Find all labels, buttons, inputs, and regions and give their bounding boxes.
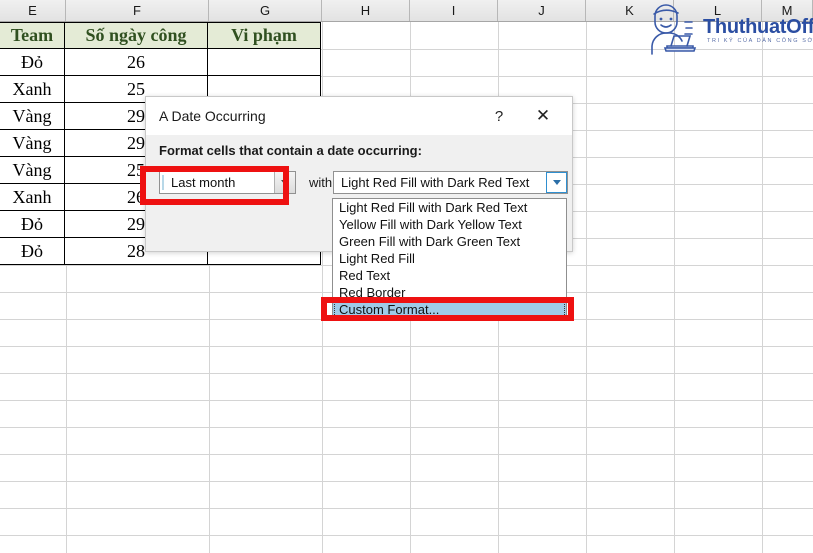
dialog-instruction: Format cells that contain a date occurri… bbox=[159, 143, 422, 158]
table-cell-team[interactable]: Vàng bbox=[0, 103, 65, 130]
table-header-row: Team Số ngày công Vi phạm bbox=[0, 22, 321, 49]
grid-line-horizontal bbox=[0, 508, 813, 509]
thuthuatoffice-watermark: ThuthuatOffice TRI KỶ CỦA DÂN CÔNG SỞ bbox=[645, 2, 813, 60]
dialog-title: A Date Occurring bbox=[159, 108, 266, 124]
grid-line-horizontal bbox=[0, 454, 813, 455]
chevron-down-icon bbox=[552, 180, 561, 185]
dropdown-option[interactable]: Light Red Fill bbox=[333, 250, 566, 267]
table-header-cell[interactable]: Vi phạm bbox=[208, 22, 321, 49]
table-cell-team[interactable]: Xanh bbox=[0, 76, 65, 103]
table-cell-violation[interactable] bbox=[208, 49, 321, 76]
table-cell-team[interactable]: Đỏ bbox=[0, 238, 65, 265]
table-cell-team[interactable]: Xanh bbox=[0, 184, 65, 211]
table-cell-team[interactable]: Đỏ bbox=[0, 211, 65, 238]
format-combobox[interactable]: Light Red Fill with Dark Red Text bbox=[333, 171, 568, 194]
dropdown-option[interactable]: Light Red Fill with Dark Red Text bbox=[333, 199, 566, 216]
with-label: with bbox=[309, 175, 333, 190]
format-combo-value: Light Red Fill with Dark Red Text bbox=[341, 175, 530, 190]
column-header-j[interactable]: J bbox=[498, 0, 586, 21]
table-header-cell[interactable]: Số ngày công bbox=[65, 22, 208, 49]
dropdown-option[interactable]: Yellow Fill with Dark Yellow Text bbox=[333, 216, 566, 233]
grid-line-horizontal bbox=[0, 400, 813, 401]
grid-line-horizontal bbox=[0, 373, 813, 374]
column-header-i[interactable]: I bbox=[410, 0, 498, 21]
grid-line-vertical bbox=[674, 22, 675, 553]
table-header-cell[interactable]: Team bbox=[0, 22, 65, 49]
close-icon[interactable]: ✕ bbox=[528, 102, 558, 130]
table-cell-team[interactable]: Vàng bbox=[0, 130, 65, 157]
watermark-brand: ThuthuatOffice bbox=[703, 16, 813, 38]
person-laptop-icon bbox=[651, 4, 697, 55]
watermark-tagline: TRI KỶ CỦA DÂN CÔNG SỞ bbox=[707, 38, 813, 44]
dropdown-option[interactable]: Green Fill with Dark Green Text bbox=[333, 233, 566, 250]
grid-line-vertical bbox=[586, 22, 587, 553]
dialog-titlebar: A Date Occurring ? ✕ bbox=[146, 97, 572, 135]
table-cell-days[interactable]: 26 bbox=[65, 49, 208, 76]
custom-format-highlight-box bbox=[321, 297, 574, 321]
dropdown-option[interactable]: Red Text bbox=[333, 267, 566, 284]
table-row: Đỏ 26 bbox=[0, 49, 321, 76]
grid-line-horizontal bbox=[0, 481, 813, 482]
grid-line-horizontal bbox=[0, 535, 813, 536]
column-header-f[interactable]: F bbox=[66, 0, 209, 21]
help-icon[interactable]: ? bbox=[484, 102, 514, 130]
column-header-g[interactable]: G bbox=[209, 0, 322, 21]
grid-line-vertical bbox=[762, 22, 763, 553]
excel-screenshot: EFGHIJKLM Team Số ngày công Vi phạm Đỏ 26 Xan… bbox=[0, 0, 813, 553]
column-header-e[interactable]: E bbox=[0, 0, 66, 21]
table-cell-team[interactable]: Vàng bbox=[0, 157, 65, 184]
date-combo-highlight-box bbox=[140, 166, 289, 205]
grid-line-horizontal bbox=[0, 427, 813, 428]
table-cell-team[interactable]: Đỏ bbox=[0, 49, 65, 76]
format-combo-dropdown-button[interactable] bbox=[546, 172, 567, 193]
column-header-h[interactable]: H bbox=[322, 0, 410, 21]
grid-line-horizontal bbox=[0, 346, 813, 347]
